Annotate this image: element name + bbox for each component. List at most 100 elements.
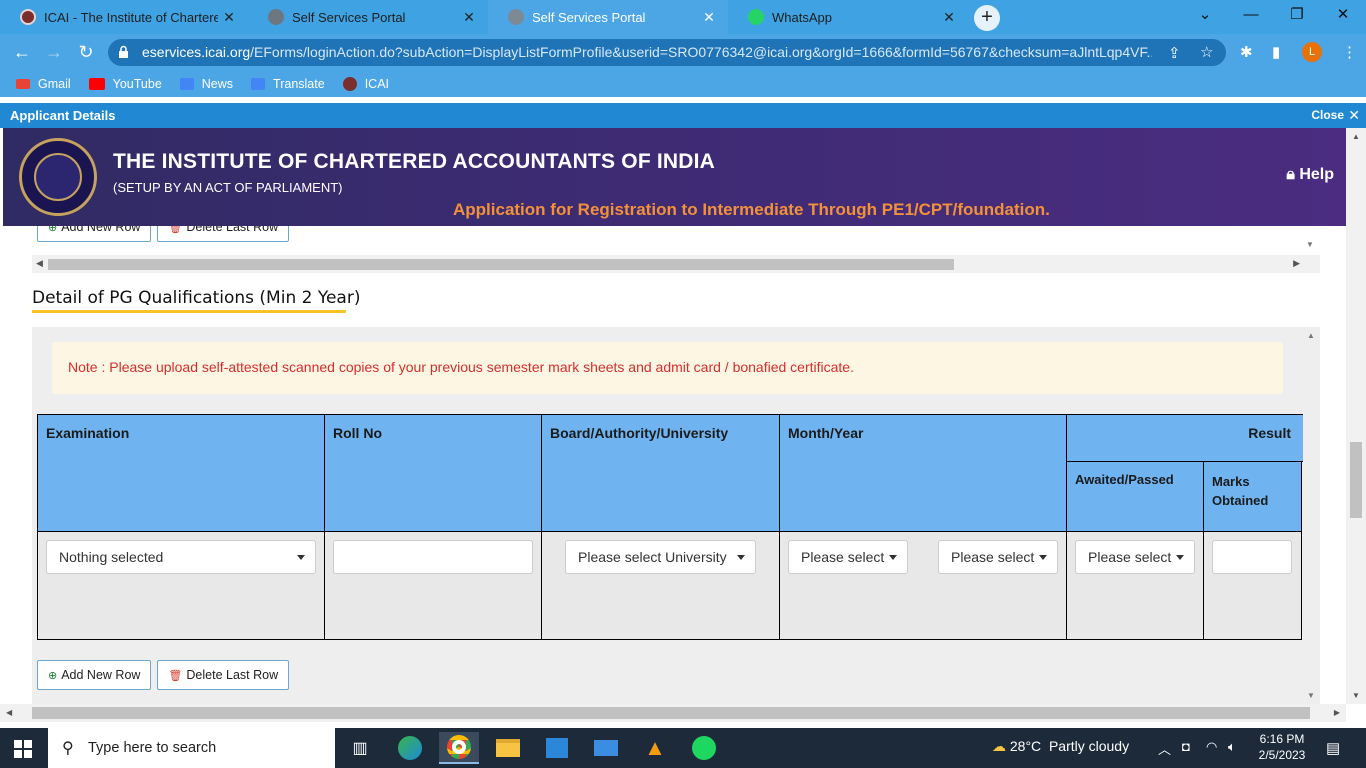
taskbar-search[interactable]: ⚲ Type here to search (48, 728, 335, 768)
edge-icon[interactable] (390, 732, 430, 764)
notifications-icon[interactable]: ▤ (1326, 739, 1340, 757)
url-domain: eservices.icai.org (142, 44, 251, 60)
task-view-icon[interactable]: ▥ (340, 732, 380, 764)
close-tab-icon[interactable]: ✕ (218, 9, 240, 26)
modal-title: Applicant Details (10, 108, 116, 123)
minimize-button[interactable]: — (1228, 0, 1274, 30)
spotify-icon[interactable] (684, 732, 724, 764)
side-panel-icon[interactable]: ▮ (1272, 43, 1280, 61)
help-link[interactable]: 🔒︎ Help (1286, 166, 1334, 184)
header-month-year: Month/Year (780, 414, 1067, 532)
reload-icon[interactable]: ↻ (76, 42, 96, 63)
scroll-down-arrow-icon[interactable]: ▼ (1307, 691, 1315, 700)
star-icon[interactable]: ☆ (1200, 43, 1213, 61)
trash-icon: 🗑︎ (168, 669, 183, 682)
tab-whatsapp[interactable]: WhatsApp ✕ (728, 0, 968, 34)
select-value: Please select University (578, 549, 727, 565)
bookmark-translate[interactable]: Translate (251, 77, 325, 91)
scroll-up-arrow-icon[interactable]: ▲ (1352, 132, 1360, 141)
tab-self-services-active[interactable]: Self Services Portal ✕ (488, 0, 728, 34)
menu-icon[interactable]: ⋮ (1342, 43, 1357, 61)
wifi-icon[interactable]: ◠ (1206, 739, 1217, 755)
institute-subtitle: (SETUP BY AN ACT OF PARLIAMENT) (113, 180, 343, 195)
address-bar[interactable]: eservices.icai.org/EForms/loginAction.do… (108, 39, 1226, 66)
new-tab-button[interactable]: + (974, 5, 1000, 31)
examination-select[interactable]: Nothing selected (46, 540, 316, 574)
bookmark-icai[interactable]: ICAI (342, 77, 389, 91)
windows-start-icon[interactable] (14, 740, 32, 758)
scrollbar-thumb[interactable] (1350, 442, 1362, 518)
result-select[interactable]: Please select (1075, 540, 1195, 574)
scroll-up-arrow-icon[interactable]: ▲ (1307, 331, 1315, 340)
globe-icon (508, 9, 524, 25)
close-icon[interactable]: ✕ (1348, 107, 1360, 124)
pg-qualifications-table: Examination Roll No Board/Authority/Univ… (37, 414, 1303, 640)
chrome-icon[interactable] (439, 732, 479, 764)
button-label: Add New Row (61, 668, 141, 682)
taskbar-clock[interactable]: 6:16 PM 2/5/2023 (1252, 731, 1312, 763)
url-path: /EForms/loginAction.do?subAction=Display… (250, 44, 1152, 60)
modal-close-button[interactable]: Close (1311, 108, 1344, 122)
weather-icon: ☁ (992, 738, 1006, 754)
delete-last-row-button[interactable]: 🗑︎ Delete Last Row (157, 660, 290, 690)
search-placeholder: Type here to search (88, 740, 217, 756)
caret-down-icon (1039, 555, 1047, 560)
share-icon[interactable]: ⇪ (1168, 44, 1181, 62)
inner-vertical-scrollbar[interactable]: ▲ ▼ (1302, 327, 1320, 704)
weather-widget[interactable]: ☁ 28°C Partly cloudy (992, 738, 1129, 755)
camera-icon[interactable]: ◘ (1182, 739, 1190, 754)
horizontal-scrollbar[interactable]: ◀ ▶ (32, 255, 1320, 273)
roll-no-input[interactable] (333, 540, 533, 574)
marks-obtained-input[interactable] (1212, 540, 1292, 574)
back-icon[interactable]: ← (12, 42, 32, 63)
mail-icon[interactable] (586, 732, 626, 764)
restore-button[interactable]: ❐ (1274, 0, 1320, 30)
modal-header: Applicant Details Close ✕ (0, 103, 1366, 128)
vlc-icon[interactable]: ▲ (635, 732, 675, 764)
tab-search-icon[interactable]: ⌄ (1182, 0, 1228, 30)
close-tab-icon[interactable]: ✕ (698, 9, 720, 26)
profile-avatar[interactable]: L (1302, 42, 1322, 62)
forward-icon[interactable]: → (44, 42, 64, 63)
icai-logo (19, 138, 97, 216)
close-tab-icon[interactable]: ✕ (458, 9, 480, 26)
section-underline (32, 310, 346, 313)
caret-down-icon (737, 555, 745, 560)
year-select[interactable]: Please select (938, 540, 1058, 574)
close-window-button[interactable]: ✕ (1320, 0, 1366, 30)
scroll-right-arrow-icon[interactable]: ▶ (1293, 258, 1300, 269)
institute-name: THE INSTITUTE OF CHARTERED ACCOUNTANTS O… (113, 150, 716, 173)
globe-icon (268, 9, 284, 25)
application-title: Application for Registration to Intermed… (453, 200, 1050, 219)
scroll-left-arrow-icon[interactable]: ◀ (36, 258, 43, 269)
select-value: Please select (801, 549, 885, 565)
scroll-down-arrow-icon[interactable]: ▼ (1306, 240, 1314, 249)
scrollbar-thumb[interactable] (48, 259, 954, 270)
page-horizontal-scrollbar[interactable]: ◀ ▶ (0, 704, 1346, 722)
tab-icai[interactable]: ICAI - The Institute of Chartered Accoun… (0, 0, 248, 34)
browser-tab-strip: ICAI - The Institute of Chartered Accoun… (0, 0, 1366, 34)
bookmark-news[interactable]: News (179, 77, 233, 91)
store-icon[interactable] (537, 732, 577, 764)
tab-self-services-1[interactable]: Self Services Portal ✕ (248, 0, 488, 34)
lock-icon (119, 45, 128, 58)
add-new-row-button[interactable]: ⊕ Add New Row (37, 660, 152, 690)
speaker-muted-icon[interactable]: 🔈︎ (1228, 739, 1236, 755)
page-vertical-scrollbar[interactable]: ▲ ▼ (1346, 128, 1366, 704)
scrollbar-thumb[interactable] (32, 707, 1310, 719)
university-select[interactable]: Please select University (565, 540, 756, 574)
month-select[interactable]: Please select (788, 540, 908, 574)
chevron-up-icon[interactable]: ︿ (1158, 739, 1171, 758)
browser-toolbar: ← → ↻ eservices.icai.org/EForms/loginAct… (0, 34, 1366, 71)
close-tab-icon[interactable]: ✕ (938, 9, 960, 26)
extensions-icon[interactable]: ✱ (1240, 43, 1253, 61)
select-value: Please select (951, 549, 1035, 565)
tab-title: WhatsApp (772, 9, 832, 25)
scroll-left-arrow-icon[interactable]: ◀ (6, 708, 12, 717)
bookmark-youtube[interactable]: YouTube (88, 77, 162, 91)
scroll-down-arrow-icon[interactable]: ▼ (1352, 691, 1360, 700)
bookmark-gmail[interactable]: Gmail (16, 77, 71, 91)
scroll-right-arrow-icon[interactable]: ▶ (1334, 708, 1340, 717)
bookmarks-bar: Gmail YouTube News Translate ICAI (0, 71, 1366, 97)
file-explorer-icon[interactable] (488, 732, 528, 764)
